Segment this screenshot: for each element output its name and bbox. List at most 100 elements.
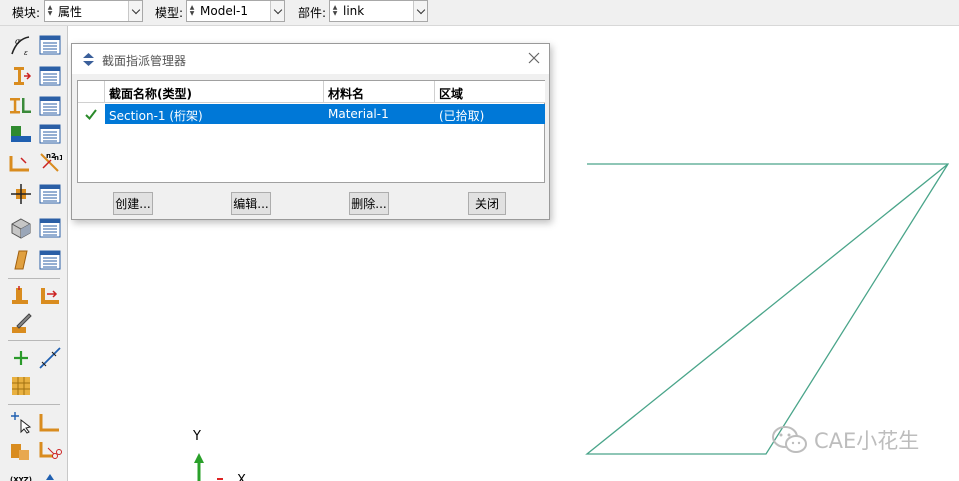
toolbox-separator — [8, 340, 60, 341]
cursor-pointer-icon — [11, 412, 32, 434]
model-label: 模型: — [155, 6, 184, 20]
create-datum-point-tool[interactable] — [9, 346, 33, 370]
x-axis-label: X — [237, 473, 246, 481]
dialog-title-bar[interactable]: 截面指派管理器 — [72, 44, 549, 74]
table-header-region[interactable]: 区域 — [435, 81, 545, 103]
close-icon[interactable] — [527, 51, 541, 65]
manager-table-icon — [39, 124, 61, 144]
special-inertia-tool[interactable] — [9, 284, 33, 308]
wechat-logo-icon — [772, 426, 807, 453]
edit-feature-tool[interactable] — [38, 410, 62, 434]
copy-feature-tool[interactable] — [9, 438, 33, 462]
edit-button[interactable]: 编辑... — [231, 192, 271, 215]
skin-surface-icon — [14, 250, 28, 270]
feature-edit-icon — [39, 414, 59, 432]
watermark: CAE小花生 — [770, 425, 919, 455]
abaqus-logo-icon — [83, 53, 94, 66]
cut-feature-tool[interactable] — [38, 438, 62, 462]
chevron-down-icon — [273, 5, 282, 14]
manager-table-icon — [39, 184, 61, 204]
beam-orientation-icon — [9, 156, 29, 172]
orientation-manager-tool[interactable] — [38, 182, 62, 206]
part-spinner[interactable]: ▲ ▼ — [330, 1, 340, 21]
create-skin-tool[interactable] — [9, 248, 33, 272]
context-toolbar: 模块: ▲ ▼ 属性 模型: ▲ ▼ Model-1 部件: ▲ ▼ link — [0, 0, 959, 26]
inertia-icon — [12, 286, 28, 304]
table-header-section[interactable]: 截面名称(类型) — [105, 81, 324, 103]
section-manager-tool[interactable] — [38, 64, 62, 88]
assign-beam-orientation-tool[interactable] — [9, 150, 33, 174]
toolbox-separator — [8, 278, 60, 279]
assign-section-tool[interactable] — [9, 122, 33, 146]
row-section-name: Section-1 (桁架) — [109, 109, 203, 123]
table-row[interactable]: Section-1 (桁架) Material-1 (已拾取) — [105, 104, 545, 124]
module-value: 属性 — [58, 4, 83, 19]
axis-triad — [194, 453, 223, 481]
special-springs-tool[interactable] — [38, 284, 62, 308]
section-assignment-manager-dialog: 截面指派管理器 截面名称(类型) 材料名 区域 Section-1 (桁架) M… — [71, 43, 550, 220]
abaqus-window: 模块: ▲ ▼ 属性 模型: ▲ ▼ Model-1 部件: ▲ ▼ link σε — [0, 0, 959, 481]
model-spinner[interactable]: ▲ ▼ — [187, 1, 197, 21]
normal-tangent-icon: n2n1 — [40, 152, 62, 172]
module-combobox[interactable]: ▲ ▼ 属性 — [44, 0, 143, 22]
section-assignment-icon — [11, 126, 31, 142]
create-button[interactable]: 创建... — [113, 192, 153, 215]
checkmark-icon[interactable] — [84, 107, 98, 121]
create-profile-tool[interactable] — [9, 94, 33, 118]
truss-members[interactable] — [585, 163, 950, 455]
create-datum-axis-tool[interactable] — [38, 346, 62, 370]
beam-tangent-tool[interactable]: n2 n1 — [38, 150, 62, 174]
module-dropdown-button[interactable] — [128, 1, 142, 21]
layup-manager-tool[interactable] — [38, 216, 62, 240]
scissors-icon — [39, 442, 62, 459]
coordinate-system-tool[interactable]: (XYZ) — [9, 470, 33, 481]
assignment-manager-tool[interactable] — [38, 122, 62, 146]
svg-text:σ: σ — [15, 37, 21, 46]
xyz-icon: (XYZ) — [10, 476, 32, 481]
model-combobox[interactable]: ▲ ▼ Model-1 — [186, 0, 285, 22]
spring-dashpot-icon — [41, 288, 59, 304]
create-material-tool[interactable]: σε — [9, 33, 33, 57]
section-ibeam-icon — [14, 67, 32, 85]
svg-text:ε: ε — [24, 49, 28, 57]
module-spinner[interactable]: ▲ ▼ — [45, 1, 55, 21]
skin-manager-tool[interactable] — [38, 248, 62, 272]
toolbox-separator — [8, 404, 60, 405]
solid-cube-icon — [11, 218, 31, 239]
part-value: link — [343, 4, 365, 18]
arrow-up-tool[interactable] — [38, 470, 62, 481]
part-label: 部件: — [298, 6, 327, 20]
query-selection-tool[interactable] — [9, 410, 33, 434]
manager-table-icon — [39, 35, 61, 55]
part-combobox[interactable]: ▲ ▼ link — [329, 0, 428, 22]
datum-grid-icon — [12, 377, 30, 395]
close-button[interactable]: 关闭 — [468, 192, 506, 215]
create-section-tool[interactable] — [9, 64, 33, 88]
manager-table-icon — [39, 218, 61, 238]
delete-button[interactable]: 删除... — [349, 192, 389, 215]
create-composite-layup-tool[interactable] — [9, 216, 33, 240]
assign-material-orientation-tool[interactable] — [9, 182, 33, 206]
table-header-material[interactable]: 材料名 — [324, 81, 435, 103]
skin-reinforcement-tool[interactable] — [9, 312, 33, 336]
row-material-name: Material-1 — [328, 107, 389, 121]
model-dropdown-button[interactable] — [270, 1, 284, 21]
material-manager-tool[interactable] — [38, 33, 62, 57]
module-label: 模块: — [12, 6, 41, 20]
part-dropdown-button[interactable] — [413, 1, 427, 21]
arrow-up-icon — [46, 474, 54, 480]
assignment-table[interactable]: 截面名称(类型) 材料名 区域 Section-1 (桁架) Material-… — [77, 80, 545, 183]
dialog-title: 截面指派管理器 — [102, 54, 187, 68]
watermark-text: CAE小花生 — [814, 429, 920, 453]
datum-axis-icon — [39, 347, 61, 369]
create-datum-plane-tool[interactable] — [9, 374, 33, 398]
svg-text:(XYZ): (XYZ) — [10, 476, 32, 481]
module-toolbox: σε n2 n1 (XYZ) — [0, 26, 68, 481]
table-header-status — [78, 81, 105, 103]
row-region: (已拾取) — [439, 109, 485, 123]
profile-shapes-icon — [10, 98, 31, 114]
profile-manager-tool[interactable] — [38, 94, 62, 118]
orientation-axes-icon — [11, 184, 31, 204]
manager-table-icon — [39, 66, 61, 86]
chevron-down-icon — [416, 5, 425, 14]
